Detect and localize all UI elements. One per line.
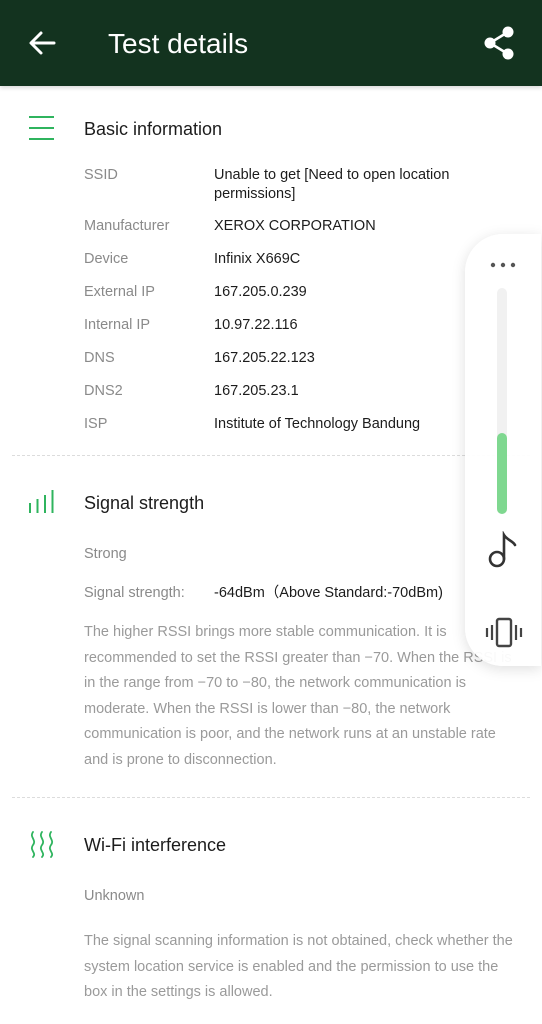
isp-label: ISP: [84, 416, 108, 432]
page-title: Test details: [108, 28, 249, 59]
vibrate-icon[interactable]: [485, 616, 523, 650]
basic-info-title: Basic information: [84, 119, 223, 139]
volume-panel: [465, 234, 541, 666]
interference-status: Unknown: [84, 888, 145, 904]
section-divider: [12, 455, 530, 456]
external-ip-label: External IP: [84, 284, 155, 300]
volume-slider[interactable]: [497, 288, 507, 514]
waves-icon: [30, 831, 54, 858]
signal-quality: Strong: [84, 546, 127, 562]
signal-strength-value: -64dBm（Above Standard:-70dBm): [214, 585, 443, 601]
ssid-label: SSID: [84, 167, 118, 183]
interference-header: Wi-Fi interference: [0, 823, 542, 863]
signal-title: Signal strength: [84, 493, 205, 513]
arrow-left-icon[interactable]: [26, 27, 58, 59]
manufacturer-label: Manufacturer: [84, 218, 170, 234]
section-divider: [12, 797, 530, 798]
internal-ip-value: 10.97.22.116: [214, 317, 298, 333]
interference-title: Wi-Fi interference: [84, 835, 227, 855]
signal-header: Signal strength: [0, 481, 542, 521]
music-note-icon[interactable]: [487, 531, 519, 569]
more-dots-icon[interactable]: [489, 261, 517, 269]
external-ip-value: 167.205.0.239: [214, 284, 307, 300]
device-label: Device: [84, 251, 129, 267]
device-value: Infinix X669C: [214, 251, 301, 267]
dns2-label: DNS2: [84, 383, 123, 399]
dns-value: 167.205.22.123: [214, 350, 315, 366]
signal-bars-icon: [29, 490, 54, 513]
dns-label: DNS: [84, 350, 115, 366]
isp-value: Institute of Technology Bandung: [214, 416, 421, 432]
volume-slider-fill: [497, 432, 507, 514]
dns2-value: 167.205.23.1: [214, 383, 299, 399]
signal-strength-label: Signal strength:: [84, 585, 185, 601]
interference-description: The signal scanning information is not o…: [84, 933, 513, 1000]
internal-ip-label: Internal IP: [84, 317, 151, 333]
basic-info-header: Basic information: [0, 107, 542, 147]
app-bar: Test details: [0, 0, 542, 86]
share-icon[interactable]: [482, 25, 516, 61]
signal-description: The higher RSSI brings more stable commu…: [84, 624, 512, 768]
manufacturer-value: XEROX CORPORATION: [214, 218, 376, 234]
ssid-value: Unable to get [Need to open location per…: [214, 167, 450, 202]
list-icon: [29, 116, 54, 140]
